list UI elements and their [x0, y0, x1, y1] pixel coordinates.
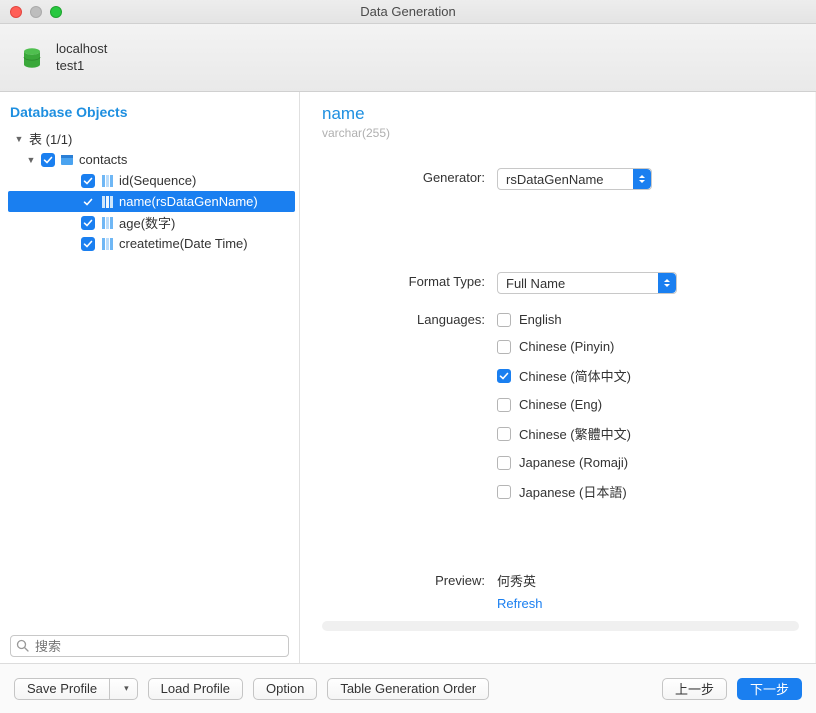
language-label: Chinese (简体中文): [519, 366, 631, 385]
table-generation-order-button[interactable]: Table Generation Order: [327, 678, 489, 700]
previous-label: 上一步: [675, 679, 714, 698]
chevron-down-icon: ▾: [124, 683, 129, 694]
select-stepper-icon: [633, 169, 651, 189]
tree-column-label: createtime(Date Time): [119, 236, 295, 251]
tree-column[interactable]: ▼ age(数字): [8, 212, 295, 233]
language-label: English: [519, 312, 562, 327]
checkbox[interactable]: [497, 398, 511, 412]
column-icon: [100, 216, 114, 230]
format-type-label: Format Type:: [322, 272, 497, 289]
checkbox[interactable]: [497, 427, 511, 441]
minimize-window-button[interactable]: [30, 6, 42, 18]
window-title: Data Generation: [0, 4, 816, 19]
language-label: Chinese (繁體中文): [519, 424, 631, 443]
language-label: Chinese (Eng): [519, 397, 602, 412]
checkbox[interactable]: [41, 153, 55, 167]
checkbox[interactable]: [497, 456, 511, 470]
language-option[interactable]: Japanese (日本語): [497, 482, 799, 501]
tree-table[interactable]: ▼ contacts: [8, 149, 295, 170]
sidebar-title: Database Objects: [4, 102, 295, 128]
language-option[interactable]: Chinese (繁體中文): [497, 424, 799, 443]
language-option[interactable]: Chinese (Eng): [497, 397, 799, 412]
preview-label: Preview:: [322, 571, 497, 588]
language-option[interactable]: English: [497, 312, 799, 327]
tree-column[interactable]: ▼ createtime(Date Time): [8, 233, 295, 254]
checkbox[interactable]: [81, 216, 95, 230]
checkbox[interactable]: [497, 340, 511, 354]
refresh-link[interactable]: Refresh: [497, 596, 543, 611]
languages-list: English Chinese (Pinyin) Chinese (简体中文) …: [497, 312, 799, 501]
next-button[interactable]: 下一步: [737, 678, 802, 700]
select-stepper-icon: [658, 273, 676, 293]
zoom-window-button[interactable]: [50, 6, 62, 18]
save-profile-label: Save Profile: [27, 681, 97, 696]
tree-root[interactable]: ▼ 表 (1/1): [8, 128, 295, 149]
sidebar: Database Objects ▼ 表 (1/1) ▼ contacts ▼ …: [0, 92, 300, 663]
column-type: varchar(255): [322, 126, 799, 140]
titlebar: Data Generation: [0, 0, 816, 24]
table-icon: [60, 153, 74, 167]
connection-text: localhost test1: [56, 41, 107, 74]
column-name-title: name: [322, 104, 799, 124]
table-gen-order-label: Table Generation Order: [340, 681, 476, 696]
language-option[interactable]: Japanese (Romaji): [497, 455, 799, 470]
detail-panel: name varchar(255) Generator: rsDataGenNa…: [300, 92, 816, 663]
column-icon: [100, 195, 114, 209]
search-input[interactable]: [10, 635, 289, 657]
checkbox[interactable]: [497, 369, 511, 383]
language-label: Japanese (日本語): [519, 482, 627, 501]
database-icon: [20, 46, 44, 70]
next-label: 下一步: [750, 679, 789, 698]
column-icon: [100, 174, 114, 188]
checkbox[interactable]: [81, 174, 95, 188]
generator-select[interactable]: rsDataGenName: [497, 168, 652, 190]
languages-label: Languages:: [322, 310, 497, 327]
checkbox[interactable]: [497, 313, 511, 327]
preview-value: 何秀英: [497, 571, 799, 590]
horizontal-scrollbar[interactable]: [322, 621, 799, 631]
language-label: Japanese (Romaji): [519, 455, 628, 470]
save-profile-combo: Save Profile ▾: [14, 678, 138, 700]
option-label: Option: [266, 681, 304, 696]
traffic-lights: [0, 6, 62, 18]
checkbox[interactable]: [81, 195, 95, 209]
tree-column-label: age(数字): [119, 213, 295, 232]
language-label: Chinese (Pinyin): [519, 339, 614, 354]
footer: Save Profile ▾ Load Profile Option Table…: [0, 663, 816, 713]
object-tree: ▼ 表 (1/1) ▼ contacts ▼ id(Sequence) ▼: [4, 128, 295, 631]
close-window-button[interactable]: [10, 6, 22, 18]
checkbox[interactable]: [497, 485, 511, 499]
tree-column[interactable]: ▼ id(Sequence): [8, 170, 295, 191]
load-profile-label: Load Profile: [161, 681, 230, 696]
chevron-down-icon[interactable]: ▼: [14, 134, 24, 144]
tree-column-label: name(rsDataGenName): [119, 194, 295, 209]
search-icon: [16, 639, 29, 655]
format-type-select[interactable]: Full Name: [497, 272, 677, 294]
save-profile-dropdown-button[interactable]: ▾: [110, 678, 138, 700]
column-icon: [100, 237, 114, 251]
tree-column-label: id(Sequence): [119, 173, 295, 188]
save-profile-button[interactable]: Save Profile: [14, 678, 110, 700]
checkbox[interactable]: [81, 237, 95, 251]
tree-column[interactable]: ▼ name(rsDataGenName): [8, 191, 295, 212]
connection-header: localhost test1: [0, 24, 816, 92]
language-option[interactable]: Chinese (简体中文): [497, 366, 799, 385]
connection-db: test1: [56, 58, 107, 74]
tree-root-label: 表 (1/1): [29, 129, 295, 148]
connection-host: localhost: [56, 41, 107, 57]
option-button[interactable]: Option: [253, 678, 317, 700]
generator-value: rsDataGenName: [506, 172, 604, 187]
load-profile-button[interactable]: Load Profile: [148, 678, 243, 700]
chevron-down-icon[interactable]: ▼: [26, 155, 36, 165]
generator-label: Generator:: [322, 168, 497, 185]
tree-table-label: contacts: [79, 152, 295, 167]
previous-button[interactable]: 上一步: [662, 678, 727, 700]
language-option[interactable]: Chinese (Pinyin): [497, 339, 799, 354]
format-type-value: Full Name: [506, 276, 565, 291]
